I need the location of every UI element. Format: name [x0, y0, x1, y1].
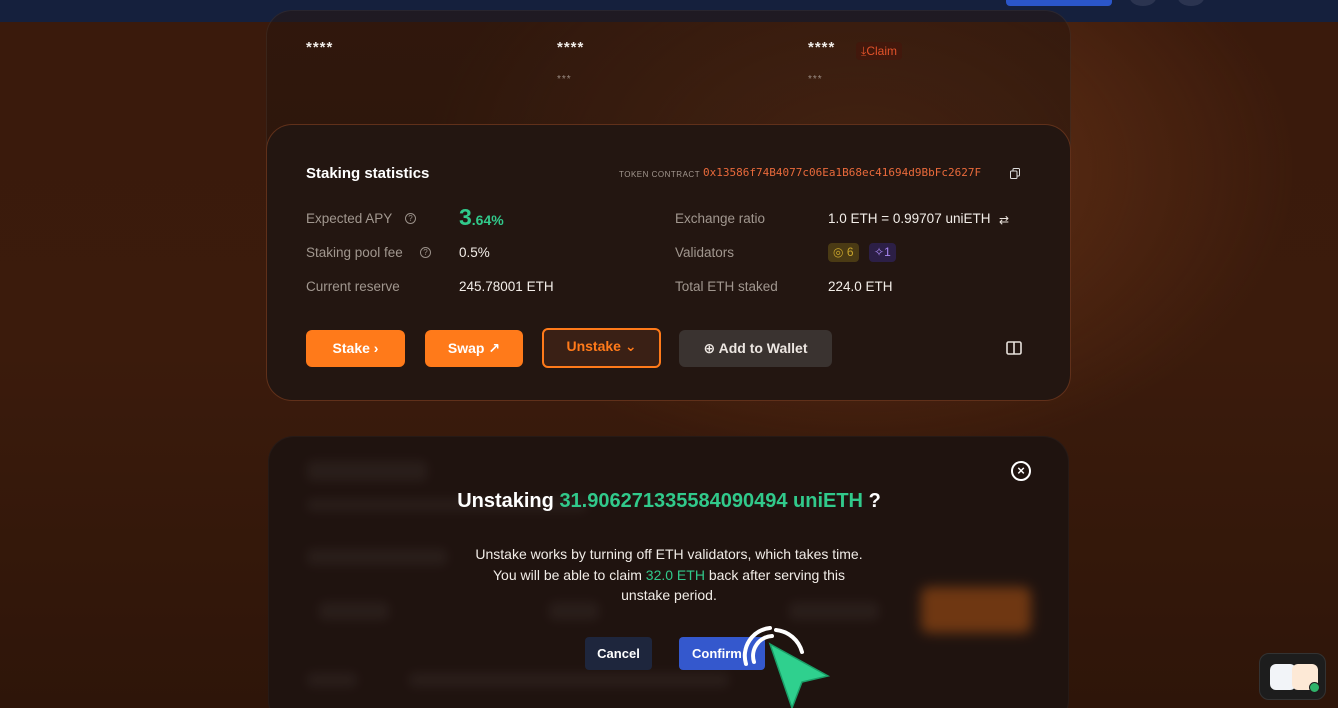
- unstake-confirm-title: Unstaking 31.906271335584090494 uniETH ?: [0, 490, 1338, 513]
- apy-frac: .64%: [471, 212, 504, 228]
- connected-check-icon: [1309, 682, 1320, 693]
- wallet-widget[interactable]: [1259, 653, 1326, 700]
- staking-fee-label: Staking pool fee: [306, 245, 403, 260]
- total-staked-value: 224.0 ETH: [828, 279, 893, 294]
- claim-button[interactable]: ⤓Claim: [856, 42, 902, 60]
- external-link-icon: ↗: [488, 340, 501, 356]
- apy-int: 3: [459, 204, 472, 230]
- add-to-wallet-button[interactable]: ⊕ Add to Wallet: [679, 330, 832, 367]
- reward-sub-3: ***: [808, 74, 823, 85]
- expected-apy-value: 3.64%: [459, 204, 504, 231]
- reward-value-2: ****: [557, 39, 585, 56]
- navbar-avatar-icon[interactable]: [1130, 0, 1156, 6]
- current-reserve-label: Current reserve: [306, 279, 400, 294]
- sparkle-icon: ✧: [874, 245, 885, 259]
- cancel-button[interactable]: Cancel: [585, 637, 652, 670]
- plus-circle-icon: ⊕: [703, 340, 716, 356]
- stake-button[interactable]: Stake ›: [306, 330, 405, 367]
- token-contract-address[interactable]: 0x13586f74B4077c06Ea1B68ec41694d9BbFc262…: [703, 166, 981, 179]
- exchange-ratio-value: 1.0 ETH = 0.99707 uniETH: [828, 211, 991, 226]
- swap-arrows-icon[interactable]: ⇄: [999, 213, 1009, 227]
- chevron-right-icon: ›: [373, 340, 379, 356]
- validators-label: Validators: [675, 245, 735, 260]
- reward-value-1: ****: [306, 39, 334, 56]
- claim-amount: 32.0 ETH: [645, 566, 705, 583]
- reward-value-3: ****: [808, 39, 836, 56]
- swap-button[interactable]: Swap ↗: [425, 330, 523, 367]
- token-contract-label: TOKEN CONTRACT: [619, 170, 701, 179]
- title-suffix: ?: [868, 490, 881, 512]
- unstake-button[interactable]: Unstake ⌄: [542, 328, 661, 368]
- validators-pending-count: 1: [884, 245, 891, 259]
- total-staked-label: Total ETH staked: [675, 279, 778, 294]
- help-icon[interactable]: ?: [405, 213, 416, 224]
- claim-label: Claim: [866, 44, 897, 58]
- validators-active-count: 6: [846, 245, 854, 259]
- staking-fee-value: 0.5%: [459, 245, 490, 260]
- reward-sub-2: ***: [557, 74, 572, 85]
- exchange-ratio-label: Exchange ratio: [675, 211, 766, 226]
- add-wallet-label: Add to Wallet: [718, 340, 808, 356]
- unstake-label: Unstake: [566, 338, 621, 354]
- navbar-menu-icon[interactable]: [1178, 0, 1204, 6]
- validators-active-badge: ◎ 6: [828, 243, 859, 262]
- swap-label: Swap: [447, 340, 485, 356]
- book-icon[interactable]: [1006, 341, 1022, 355]
- help-icon[interactable]: ?: [420, 247, 431, 258]
- stake-label: Stake: [332, 340, 370, 356]
- unstake-amount: 31.906271335584090494 uniETH: [559, 490, 864, 512]
- validators-pending-badge: ✧1: [869, 243, 896, 262]
- expected-apy-label: Expected APY: [306, 211, 393, 226]
- staking-statistics-title: Staking statistics: [306, 165, 430, 182]
- chevron-down-icon: ⌄: [624, 338, 637, 354]
- pointer-cursor-icon: [742, 626, 831, 708]
- unstake-description: Unstake works by turning off ETH validat…: [469, 544, 869, 606]
- title-prefix: Unstaking: [457, 490, 554, 512]
- close-icon[interactable]: ×: [1011, 461, 1031, 481]
- copy-icon[interactable]: [1010, 168, 1020, 179]
- current-reserve-value: 245.78001 ETH: [459, 279, 554, 294]
- check-circle-icon: ◎: [833, 245, 844, 259]
- navbar-connect-button[interactable]: [1006, 0, 1112, 6]
